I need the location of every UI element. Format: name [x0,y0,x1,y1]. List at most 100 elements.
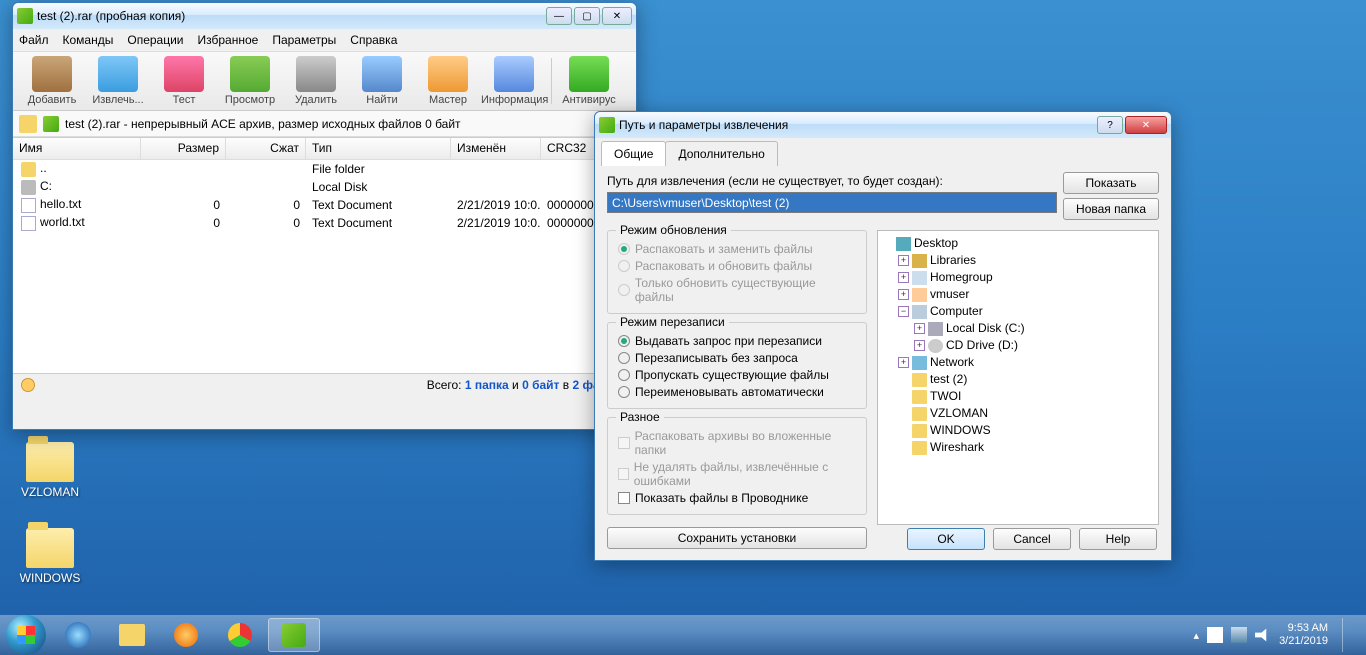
menu-bar: Файл Команды Операции Избранное Параметр… [13,29,636,51]
list-item[interactable]: hello.txt00Text Document2/21/2019 10:0..… [13,196,636,214]
col-type[interactable]: Тип [306,138,451,159]
tree-expand-icon[interactable]: + [914,340,925,351]
ti-home-icon [912,271,927,285]
menu-options[interactable]: Параметры [272,33,336,47]
menu-operations[interactable]: Операции [127,33,183,47]
tree-expand-icon[interactable]: + [898,357,909,368]
save-settings-button[interactable]: Сохранить установки [607,527,867,549]
tray-chevron-icon[interactable]: ▴ [1194,629,1200,642]
start-button[interactable] [6,615,46,655]
radio-skip[interactable]: Пропускать существующие файлы [618,368,856,382]
tool-add[interactable]: Добавить [19,56,85,106]
tab-advanced[interactable]: Дополнительно [665,141,777,166]
file-icon [21,216,36,231]
tab-content: Путь для извлечения (если не существует,… [595,166,1171,524]
maximize-button[interactable]: ▢ [574,7,600,25]
list-item[interactable]: ..File folder [13,160,636,178]
tree-node[interactable]: + Network [882,354,1154,371]
show-button[interactable]: Показать [1063,172,1159,194]
help-button[interactable]: Help [1079,528,1157,550]
tree-expand-icon[interactable]: − [898,306,909,317]
radio-rename[interactable]: Переименовывать автоматически [618,385,856,399]
menu-file[interactable]: Файл [19,33,49,47]
network-icon[interactable] [1231,627,1247,643]
tab-general[interactable]: Общие [601,141,666,166]
desktop-folder-windows[interactable]: WINDOWS [12,528,88,585]
extract-titlebar[interactable]: Путь и параметры извлечения ? ✕ [595,112,1171,138]
radio-extract-replace: Распаковать и заменить файлы [618,242,856,256]
tree-node[interactable]: +Homegroup [882,269,1154,286]
taskbar-chrome[interactable] [214,618,266,652]
taskbar-explorer[interactable] [106,618,158,652]
col-modified[interactable]: Изменён [451,138,541,159]
menu-commands[interactable]: Команды [63,33,114,47]
cancel-button[interactable]: Cancel [993,528,1071,550]
help-button[interactable]: ? [1097,116,1123,134]
radio-ask[interactable]: Выдавать запрос при перезаписи [618,334,856,348]
tree-node[interactable]: +Local Disk (C:) [882,320,1154,337]
check-subfolders: Распаковать архивы во вложенные папки [618,429,856,457]
new-folder-button[interactable]: Новая папка [1063,198,1159,220]
tree-label: test (2) [930,371,967,388]
col-packed[interactable]: Сжат [226,138,306,159]
tree-node[interactable]: VZLOMAN [882,405,1154,422]
folder-icon [26,528,74,568]
show-desktop-button[interactable] [1342,618,1352,652]
radio-overwrite[interactable]: Перезаписывать без запроса [618,351,856,365]
group-overwrite: Режим перезаписи Выдавать запрос при пер… [607,322,867,409]
menu-help[interactable]: Справка [350,33,397,47]
folder-tree[interactable]: Desktop + Libraries+Homegroup+vmuser−Compu… [877,230,1159,525]
minimize-button[interactable]: — [546,7,572,25]
tree-expand-icon[interactable]: + [914,323,925,334]
tool-info[interactable]: Информация [481,56,547,106]
tree-expand-icon[interactable]: + [898,289,909,300]
tree-expand-icon[interactable]: + [898,255,909,266]
tool-view[interactable]: Просмотр [217,56,283,106]
tool-antivirus[interactable]: Антивирус [556,56,622,106]
path-input[interactable] [607,192,1057,213]
list-item[interactable]: C:Local Disk [13,178,636,196]
tree-node[interactable]: Desktop [882,235,1154,252]
tree-node[interactable]: −Computer [882,303,1154,320]
winrar-window: test (2).rar (пробная копия) — ▢ ✕ Файл … [12,2,637,430]
close-button[interactable]: ✕ [1125,116,1167,134]
winrar-icon [282,623,306,647]
tree-node[interactable]: WINDOWS [882,422,1154,439]
tree-node[interactable]: Wireshark [882,439,1154,456]
taskbar-ie[interactable] [52,618,104,652]
ti-net-icon [912,356,927,370]
flag-icon[interactable] [1207,627,1223,643]
tree-expand-icon[interactable]: + [898,272,909,283]
file-icon [21,180,36,195]
close-button[interactable]: ✕ [602,7,632,25]
ok-button[interactable]: OK [907,528,985,550]
tree-label: Libraries [930,252,976,269]
tool-delete[interactable]: Удалить [283,56,349,106]
antivirus-icon [569,56,609,92]
list-item[interactable]: world.txt00Text Document2/21/2019 10:0..… [13,214,636,232]
tool-extract[interactable]: Извлечь... [85,56,151,106]
desktop-folder-vzloman[interactable]: VZLOMAN [12,442,88,499]
clock[interactable]: 9:53 AM 3/21/2019 [1279,622,1328,648]
check-show-explorer[interactable]: Показать файлы в Проводнике [618,491,856,505]
ti-folder-icon [912,407,927,421]
tree-node[interactable]: +CD Drive (D:) [882,337,1154,354]
tree-node[interactable]: +vmuser [882,286,1154,303]
volume-icon[interactable] [1255,627,1271,643]
radio-icon [618,243,630,255]
taskbar-media[interactable] [160,618,212,652]
tool-wizard[interactable]: Мастер [415,56,481,106]
tree-node[interactable]: + Libraries [882,252,1154,269]
up-button[interactable] [19,115,37,133]
winrar-titlebar[interactable]: test (2).rar (пробная копия) — ▢ ✕ [13,3,636,29]
col-size[interactable]: Размер [141,138,226,159]
tree-node[interactable]: TWOI [882,388,1154,405]
taskbar: ▴ 9:53 AM 3/21/2019 [0,615,1366,655]
menu-favorites[interactable]: Избранное [198,33,259,47]
tree-node[interactable]: test (2) [882,371,1154,388]
col-name[interactable]: Имя [13,138,141,159]
tool-test[interactable]: Тест [151,56,217,106]
tree-label: Network [930,354,974,371]
tool-find[interactable]: Найти [349,56,415,106]
taskbar-winrar[interactable] [268,618,320,652]
